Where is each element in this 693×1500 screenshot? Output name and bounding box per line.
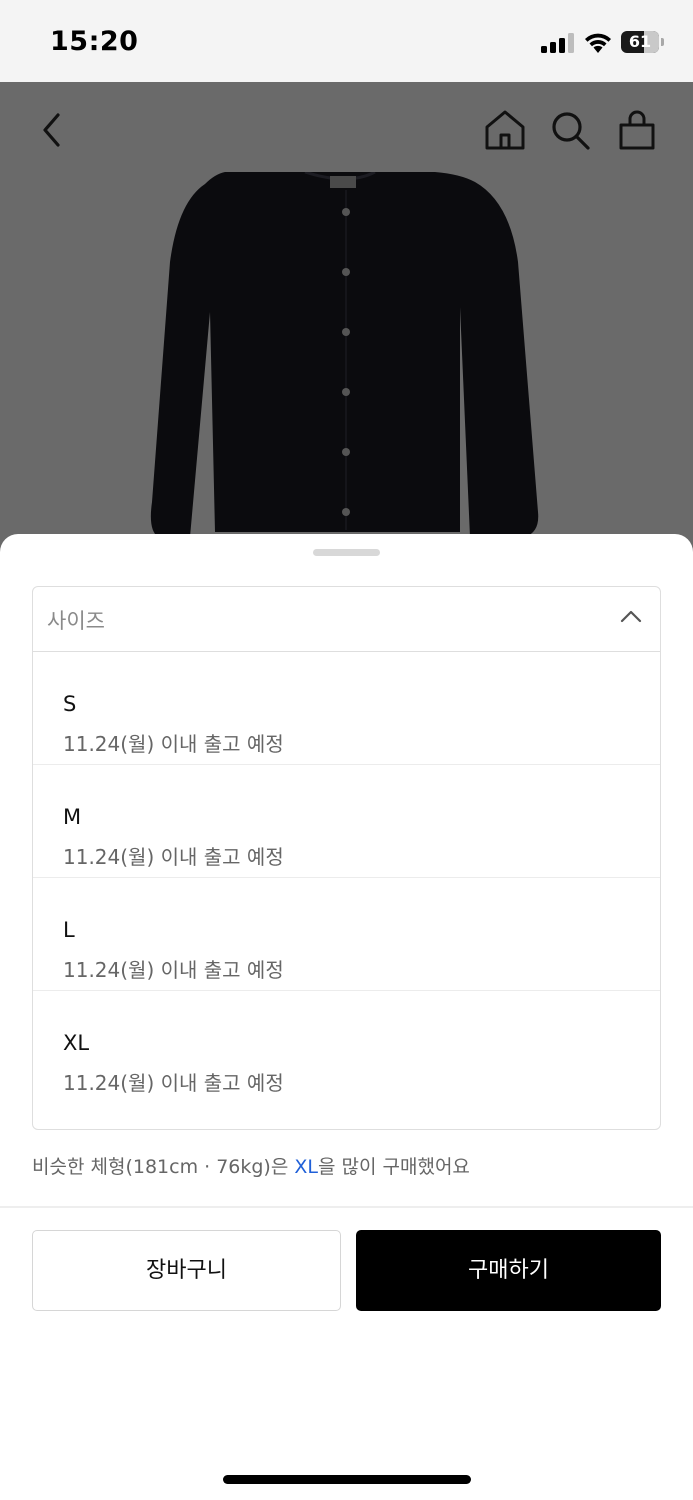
status-time: 15:20 xyxy=(50,26,139,57)
size-dropdown: 사이즈 S 11.24(월) 이내 출고 예정 M 11.24(월) 이내 출고… xyxy=(32,586,661,1130)
status-bar: 15:20 61 xyxy=(0,0,693,82)
size-option-name: L xyxy=(63,918,75,942)
size-option-m[interactable]: M 11.24(월) 이내 출고 예정 xyxy=(33,765,660,878)
recommendation-prefix: 비슷한 체형(181cm · 76kg)은 xyxy=(32,1156,295,1178)
signal-icon xyxy=(541,33,574,53)
size-dropdown-header[interactable]: 사이즈 xyxy=(33,587,660,652)
wifi-icon xyxy=(585,33,611,53)
chevron-up-icon[interactable] xyxy=(620,609,642,623)
battery-level: 61 xyxy=(628,32,652,51)
size-option-s[interactable]: S 11.24(월) 이내 출고 예정 xyxy=(33,652,660,765)
size-option-name: S xyxy=(63,692,77,716)
back-arrow-icon[interactable] xyxy=(30,107,76,153)
size-option-shipping: 11.24(월) 이내 출고 예정 xyxy=(63,845,284,869)
size-option-shipping: 11.24(월) 이내 출고 예정 xyxy=(63,732,284,756)
size-option-l[interactable]: L 11.24(월) 이내 출고 예정 xyxy=(33,878,660,991)
search-icon[interactable] xyxy=(547,107,593,153)
home-indicator xyxy=(223,1475,471,1484)
shopping-bag-icon[interactable] xyxy=(614,107,660,153)
size-option-shipping: 11.24(월) 이내 출고 예정 xyxy=(63,958,284,982)
buy-now-button[interactable]: 구매하기 xyxy=(356,1230,661,1311)
recommendation-suffix: 을 많이 구매했어요 xyxy=(317,1156,470,1178)
product-image xyxy=(150,172,539,537)
product-image-area xyxy=(0,82,693,552)
size-option-name: M xyxy=(63,805,82,829)
size-option-xl[interactable]: XL 11.24(월) 이내 출고 예정 xyxy=(33,991,660,1104)
sheet-grabber[interactable] xyxy=(313,549,380,556)
size-recommendation: 비슷한 체형(181cm · 76kg)은 XL을 많이 구매했어요 xyxy=(32,1152,470,1179)
size-bottom-sheet: 사이즈 S 11.24(월) 이내 출고 예정 M 11.24(월) 이내 출고… xyxy=(0,534,693,1500)
home-icon[interactable] xyxy=(482,107,528,153)
size-dropdown-label: 사이즈 xyxy=(47,609,105,633)
add-to-cart-button[interactable]: 장바구니 xyxy=(32,1230,341,1311)
divider xyxy=(0,1206,693,1208)
recommended-size: XL xyxy=(294,1156,318,1178)
size-option-shipping: 11.24(월) 이내 출고 예정 xyxy=(63,1071,284,1095)
size-option-name: XL xyxy=(63,1031,90,1055)
battery-icon: 61 xyxy=(621,31,665,53)
